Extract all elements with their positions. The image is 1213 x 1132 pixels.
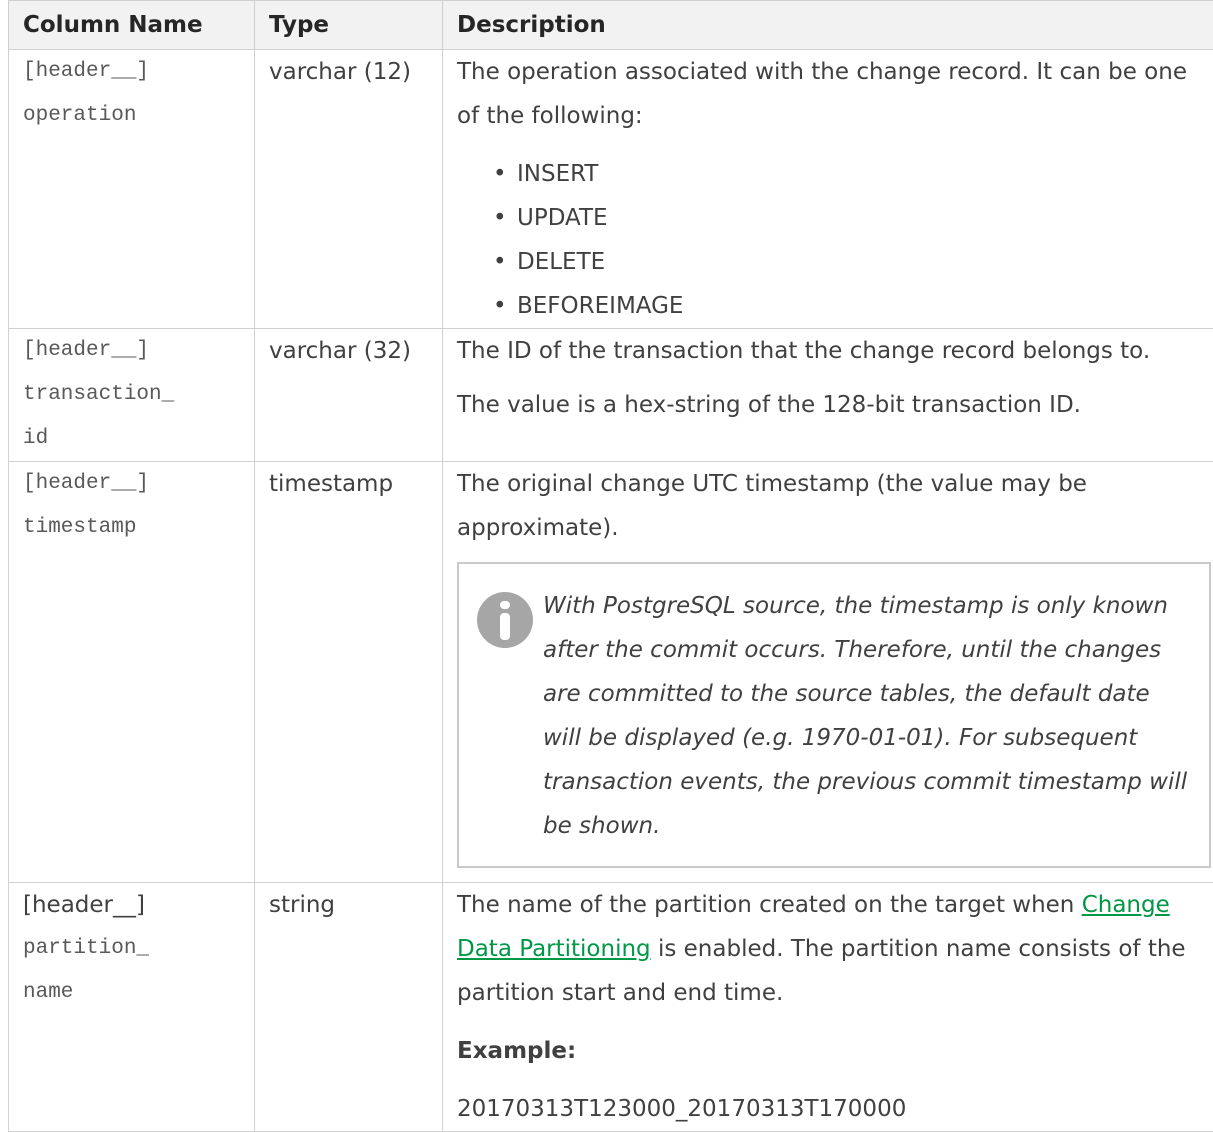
column-name-cell: [header__] partition_ name	[9, 883, 255, 1132]
list-item: INSERT	[493, 152, 1213, 196]
type-cell: varchar (32)	[255, 329, 443, 462]
table-row: [header__] timestamp timestamp The origi…	[9, 462, 1213, 883]
example-label: Example:	[457, 1029, 1213, 1073]
list-item: UPDATE	[493, 196, 1213, 240]
table-header-row: Column Name Type Description	[9, 1, 1213, 50]
column-name-line: [header__]	[23, 883, 254, 927]
column-name-line: operation	[23, 94, 254, 138]
columns-table: Column Name Type Description [header__] …	[8, 0, 1213, 1132]
column-name-line: [header__]	[23, 462, 254, 506]
type-cell: timestamp	[255, 462, 443, 883]
column-name-line: timestamp	[23, 506, 254, 550]
table-row: [header__] operation varchar (12) The op…	[9, 50, 1213, 329]
table-row: [header__] partition_ name string The na…	[9, 883, 1213, 1132]
column-name-cell: [header__] transaction_ id	[9, 329, 255, 462]
header-description: Description	[443, 1, 1213, 50]
description-text-start: The name of the partition created on the…	[457, 892, 1082, 918]
description-text: The value is a hex-string of the 128-bit…	[457, 383, 1213, 427]
info-note: With PostgreSQL source, the timestamp is…	[457, 562, 1211, 868]
note-text: With PostgreSQL source, the timestamp is…	[543, 593, 1187, 839]
table-row: [header__] transaction_ id varchar (32) …	[9, 329, 1213, 462]
example-value: 20170313T123000_20170313T170000	[457, 1087, 1213, 1131]
description-text: The name of the partition created on the…	[457, 883, 1213, 1015]
info-icon	[477, 592, 533, 648]
column-name-line: name	[23, 971, 254, 1015]
operation-list: INSERT UPDATE DELETE BEFOREIMAGE	[457, 152, 1213, 328]
column-name-line: transaction_	[23, 373, 254, 417]
column-name-line: [header__]	[23, 329, 254, 373]
description-cell: The original change UTC timestamp (the v…	[443, 462, 1213, 883]
description-cell: The ID of the transaction that the chang…	[443, 329, 1213, 462]
description-text: The operation associated with the change…	[457, 50, 1213, 138]
type-cell: varchar (12)	[255, 50, 443, 329]
list-item: DELETE	[493, 240, 1213, 284]
description-cell: The operation associated with the change…	[443, 50, 1213, 329]
description-text: The original change UTC timestamp (the v…	[457, 462, 1213, 550]
list-item: BEFOREIMAGE	[493, 284, 1213, 328]
header-column-name: Column Name	[9, 1, 255, 50]
column-name-cell: [header__] operation	[9, 50, 255, 329]
column-name-cell: [header__] timestamp	[9, 462, 255, 883]
type-cell: string	[255, 883, 443, 1132]
description-cell: The name of the partition created on the…	[443, 883, 1213, 1132]
column-name-line: partition_	[23, 927, 254, 971]
column-name-line: id	[23, 417, 254, 461]
column-name-line: [header__]	[23, 50, 254, 94]
description-text: The ID of the transaction that the chang…	[457, 329, 1213, 373]
header-type: Type	[255, 1, 443, 50]
